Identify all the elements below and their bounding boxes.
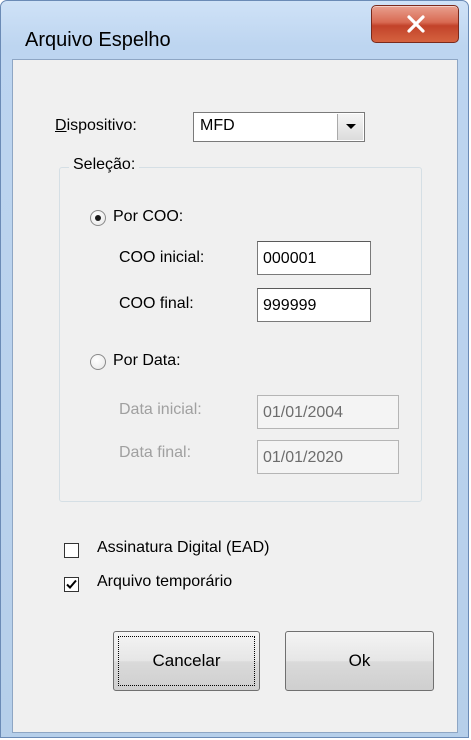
window-title: Arquivo Espelho [25, 29, 171, 51]
dispositivo-label-mnemonic: D [55, 117, 67, 134]
arquivo-temporario-checkbox[interactable] [64, 577, 79, 592]
assinatura-digital-label[interactable]: Assinatura Digital (EAD) [97, 539, 270, 557]
dialog-client-area: Dispositivo: MFD Seleção: Por COO: COO i… [12, 59, 458, 733]
data-inicial-input: 01/01/2004 [257, 395, 399, 429]
ok-button[interactable]: Ok [285, 631, 434, 691]
cancel-button[interactable]: Cancelar [113, 631, 260, 691]
data-inicial-label: Data inicial: [119, 401, 202, 418]
coo-final-label: COO final: [119, 295, 194, 312]
close-button[interactable] [371, 5, 459, 43]
coo-inicial-input[interactable]: 000001 [257, 241, 371, 275]
selecao-title: Seleção: [69, 156, 140, 174]
cancel-button-label: Cancelar [152, 651, 221, 670]
dispositivo-select[interactable]: MFD [193, 112, 365, 142]
por-coo-label[interactable]: Por COO: [113, 208, 183, 226]
dispositivo-label-rest: ispositivo: [66, 117, 137, 134]
data-final-label: Data final: [119, 444, 192, 461]
data-final-input: 01/01/2020 [257, 440, 399, 474]
close-icon [407, 15, 425, 33]
por-data-radio[interactable] [90, 354, 106, 370]
dispositivo-label: Dispositivo: [55, 117, 137, 135]
dialog-window: Arquivo Espelho Dispositivo: MFD Seleção… [0, 0, 469, 738]
coo-final-input[interactable]: 999999 [257, 288, 371, 322]
coo-inicial-label: COO inicial: [119, 249, 205, 266]
ok-button-label: Ok [348, 651, 371, 670]
chevron-down-icon [346, 124, 356, 129]
checkmark-icon [66, 579, 77, 589]
assinatura-digital-checkbox[interactable] [64, 543, 79, 558]
arquivo-temporario-label[interactable]: Arquivo temporário [97, 573, 232, 591]
por-data-label[interactable]: Por Data: [113, 352, 181, 370]
dispositivo-value: MFD [200, 117, 235, 134]
por-coo-radio[interactable] [90, 210, 106, 226]
radio-selected-dot [95, 215, 101, 221]
dropdown-button[interactable] [337, 114, 363, 140]
